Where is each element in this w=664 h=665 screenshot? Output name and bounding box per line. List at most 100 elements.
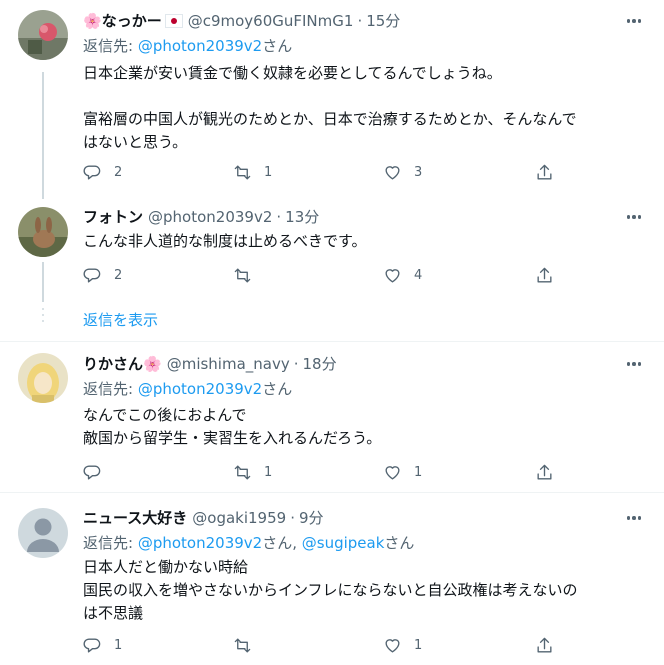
retweet-button[interactable] bbox=[233, 264, 264, 286]
retweet-button[interactable]: 1 bbox=[233, 461, 272, 483]
separator-dot: · bbox=[293, 355, 299, 373]
reply-separator: さん, bbox=[262, 534, 302, 552]
like-button[interactable]: 3 bbox=[383, 161, 422, 183]
retweet-icon bbox=[234, 164, 251, 180]
reply-label: 返信先: bbox=[83, 534, 134, 552]
tweet-actions: 1 1 bbox=[83, 461, 553, 483]
like-button[interactable]: 1 bbox=[383, 634, 422, 656]
more-icon[interactable] bbox=[624, 510, 644, 526]
reply-context: 返信先: @photon2039v2さん bbox=[83, 378, 292, 400]
tweet-text: なんでこの後におよんで 敵国から留学生・実習生を入れるんだろう。 bbox=[83, 406, 382, 447]
tweet-text: こんな非人道的な制度は止めるべきです。 bbox=[83, 232, 367, 250]
retweet-button[interactable] bbox=[233, 634, 264, 656]
share-icon bbox=[537, 267, 552, 283]
more-icon[interactable] bbox=[624, 13, 644, 29]
timestamp[interactable]: 9分 bbox=[299, 507, 324, 529]
reply-icon bbox=[83, 267, 101, 283]
reply-mention-link[interactable]: @photon2039v2 bbox=[138, 37, 262, 55]
reply-icon bbox=[83, 637, 101, 653]
timestamp[interactable]: 18分 bbox=[303, 353, 337, 375]
tweet-actions: 2 1 3 bbox=[83, 161, 553, 183]
japan-flag-icon bbox=[164, 14, 183, 28]
share-icon bbox=[537, 464, 552, 480]
user-name-row: ニュース大好き @ogaki1959 · 9分 bbox=[83, 507, 324, 529]
display-name[interactable]: なっかー bbox=[102, 10, 162, 32]
reply-suffix: さん bbox=[262, 380, 293, 398]
share-button[interactable] bbox=[535, 264, 554, 286]
reply-context: 返信先: @photon2039v2さん bbox=[83, 35, 292, 57]
tweet-actions: 2 4 bbox=[83, 264, 553, 286]
reply-count: 1 bbox=[114, 637, 123, 653]
retweet-count: 1 bbox=[264, 464, 273, 480]
reply-mention-link[interactable]: @photon2039v2 bbox=[138, 380, 262, 398]
reply-label: 返信先: bbox=[83, 380, 134, 398]
tweet[interactable]: りかさん 🌸 @mishima_navy · 18分 返信先: @photon2… bbox=[0, 342, 664, 492]
like-icon bbox=[385, 165, 400, 180]
separator-dot: · bbox=[290, 509, 295, 527]
tweet[interactable]: フォトン @photon2039v2 · 13分 こんな非人道的な制度は止めるべ… bbox=[0, 195, 664, 303]
show-replies-link[interactable]: 返信を表示 bbox=[83, 309, 158, 331]
user-name-row: フォトン @photon2039v2 · 13分 bbox=[83, 206, 319, 228]
timestamp[interactable]: 13分 bbox=[285, 206, 319, 228]
share-icon bbox=[537, 164, 552, 180]
retweet-button[interactable]: 1 bbox=[233, 161, 272, 183]
tweet-text: 日本企業が安い賃金で働く奴隷を必要としてるんでしょうね。 富裕層の中国人が観光の… bbox=[83, 64, 577, 151]
user-handle[interactable]: @mishima_navy bbox=[167, 353, 290, 375]
tweet[interactable]: ニュース大好き @ogaki1959 · 9分 返信先: @photon2039… bbox=[0, 493, 664, 665]
timestamp[interactable]: 15分 bbox=[366, 10, 400, 32]
display-name[interactable]: りかさん bbox=[83, 353, 143, 375]
share-button[interactable] bbox=[535, 161, 554, 183]
display-name[interactable]: フォトン bbox=[83, 206, 143, 228]
like-count: 3 bbox=[414, 164, 423, 180]
reply-icon bbox=[83, 464, 101, 480]
more-icon[interactable] bbox=[624, 356, 644, 372]
retweet-icon bbox=[234, 464, 251, 480]
cherry-blossom-emoji: 🌸 bbox=[83, 12, 102, 30]
share-button[interactable] bbox=[535, 634, 554, 656]
reply-suffix: さん bbox=[384, 534, 415, 552]
like-button[interactable]: 1 bbox=[383, 461, 422, 483]
avatar[interactable] bbox=[18, 508, 68, 558]
user-name-row: 🌸 なっかー @c9moy60GuFINmG1 · 15分 bbox=[83, 10, 400, 32]
user-name-row: りかさん 🌸 @mishima_navy · 18分 bbox=[83, 353, 337, 375]
like-count: 4 bbox=[414, 267, 423, 283]
more-icon[interactable] bbox=[624, 209, 644, 225]
tweet-actions: 1 1 bbox=[83, 634, 553, 656]
tweet-text: 日本人だと働かない時給 国民の収入を増やさないからインフレにならないと自公政権は… bbox=[83, 558, 578, 622]
avatar[interactable] bbox=[18, 353, 68, 403]
reply-button[interactable]: 2 bbox=[83, 161, 122, 183]
like-button[interactable]: 4 bbox=[383, 264, 422, 286]
reply-mention-link-2[interactable]: @sugipeak bbox=[302, 534, 385, 552]
avatar[interactable] bbox=[18, 10, 68, 60]
reply-suffix: さん bbox=[262, 37, 293, 55]
like-icon bbox=[385, 638, 400, 653]
separator-dot: · bbox=[357, 12, 363, 30]
share-button[interactable] bbox=[535, 461, 554, 483]
share-icon bbox=[537, 637, 552, 653]
reply-icon bbox=[83, 164, 101, 180]
retweet-count: 1 bbox=[264, 164, 273, 180]
reply-count: 2 bbox=[114, 267, 123, 283]
retweet-icon bbox=[234, 267, 251, 283]
separator-dot: · bbox=[276, 208, 282, 226]
user-handle[interactable]: @photon2039v2 bbox=[148, 206, 272, 228]
like-icon bbox=[385, 465, 400, 480]
reply-button[interactable] bbox=[83, 461, 114, 483]
like-count: 1 bbox=[414, 637, 423, 653]
avatar[interactable] bbox=[18, 207, 68, 257]
cherry-blossom-emoji: 🌸 bbox=[143, 355, 162, 373]
like-count: 1 bbox=[414, 464, 423, 480]
user-handle[interactable]: @c9moy60GuFINmG1 bbox=[188, 10, 354, 32]
thread-gap-dots bbox=[41, 308, 45, 326]
user-handle[interactable]: @ogaki1959 bbox=[192, 507, 286, 529]
reply-button[interactable]: 1 bbox=[83, 634, 122, 656]
like-icon bbox=[385, 268, 400, 283]
reply-label: 返信先: bbox=[83, 37, 134, 55]
retweet-icon bbox=[234, 637, 251, 653]
tweet[interactable]: 🌸 なっかー @c9moy60GuFINmG1 · 15分 返信先: @phot… bbox=[0, 0, 664, 195]
reply-mention-link[interactable]: @photon2039v2 bbox=[138, 534, 262, 552]
reply-context: 返信先: @photon2039v2さん, @sugipeakさん bbox=[83, 532, 414, 554]
reply-button[interactable]: 2 bbox=[83, 264, 122, 286]
display-name[interactable]: ニュース大好き bbox=[83, 507, 187, 529]
reply-count: 2 bbox=[114, 164, 123, 180]
